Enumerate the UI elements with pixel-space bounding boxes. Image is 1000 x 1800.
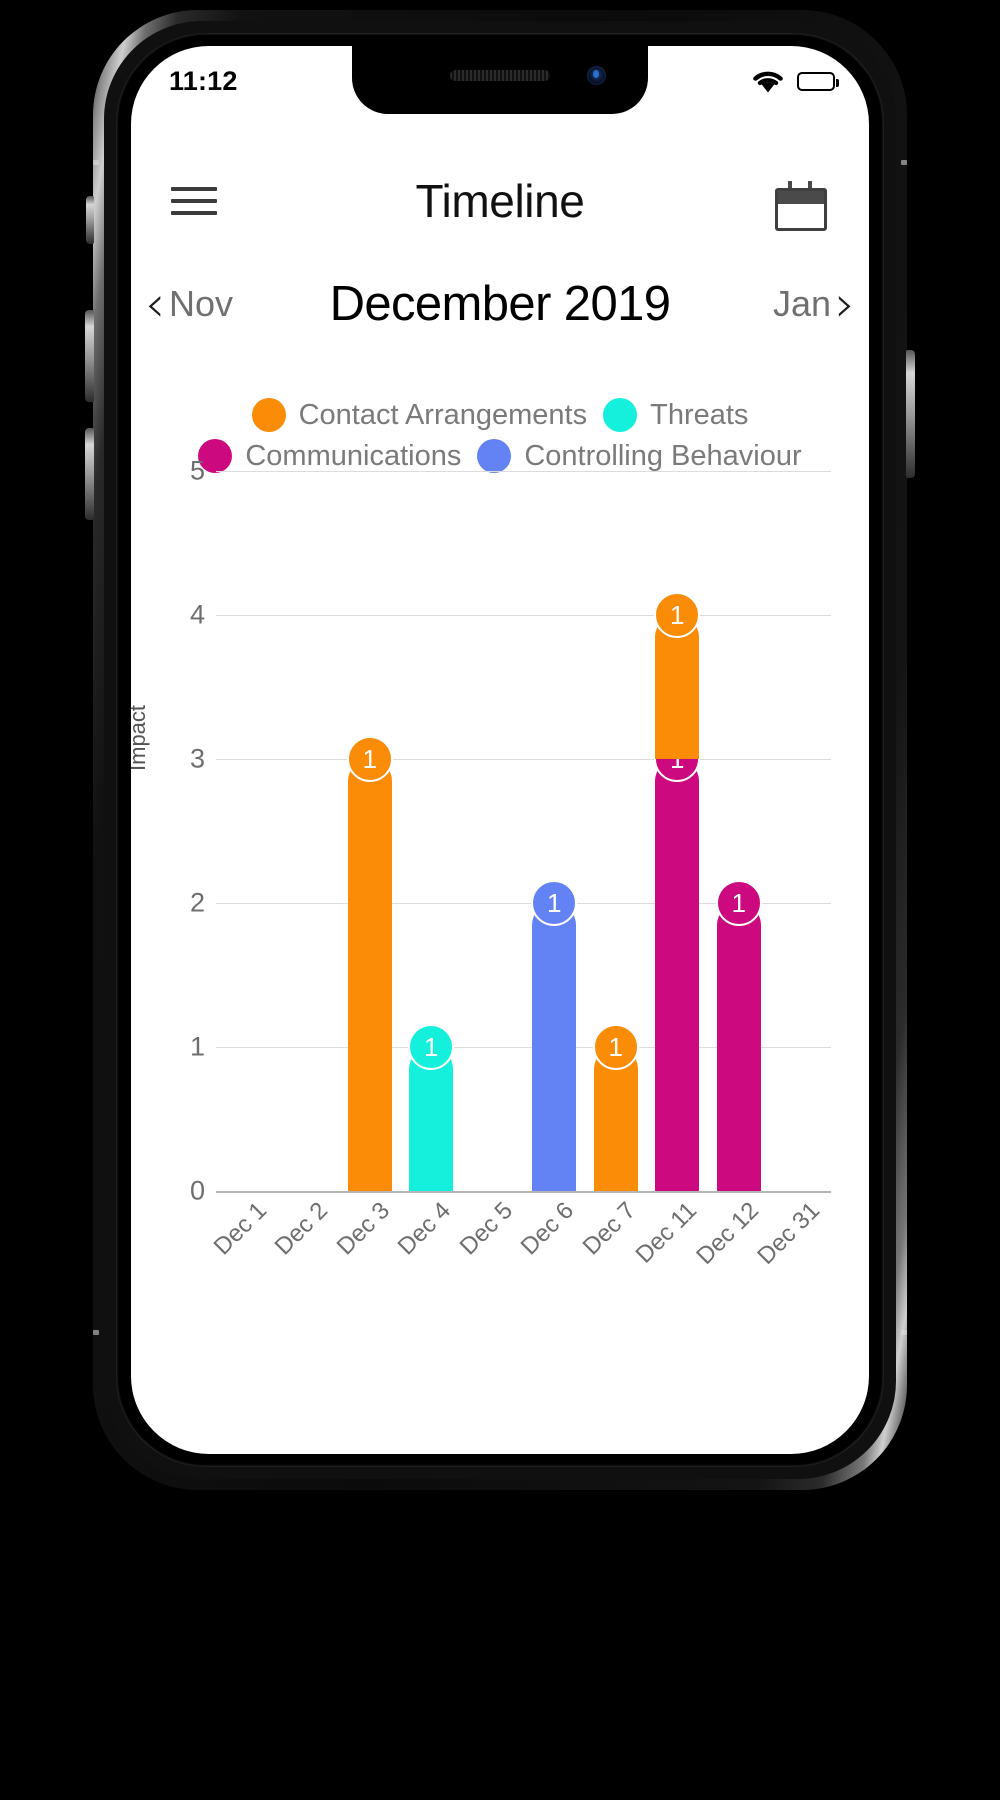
bar-slot[interactable]: 1 [592, 471, 639, 1191]
gridline [216, 1191, 831, 1193]
status-time: 11:12 [169, 66, 238, 96]
current-month-label: December 2019 [329, 277, 671, 331]
y-axis-tick: 1 [189, 1031, 205, 1062]
display-notch [352, 46, 648, 114]
bar-slot[interactable]: 1 [408, 471, 455, 1191]
antenna-seam [93, 1330, 99, 1335]
bar-count-badge[interactable]: 1 [715, 880, 762, 926]
volume-down-button[interactable] [85, 428, 94, 520]
y-axis-tick: 5 [189, 455, 205, 486]
calendar-icon[interactable] [775, 181, 827, 231]
bar-slot[interactable]: 1 [715, 471, 762, 1191]
next-month-button[interactable]: Jan › [773, 279, 855, 329]
x-axis-labels: Dec 1 Dec 2 Dec 3 Dec 4 Dec 5 Dec 6 Dec 7 Dec 1… [208, 1197, 831, 1297]
earpiece-speaker [450, 70, 550, 81]
legend-label: Controlling Behaviour [524, 439, 802, 472]
bar-slot[interactable]: 1 [531, 471, 578, 1191]
chevron-right-icon: › [835, 275, 855, 333]
legend-row: Communications Controlling Behaviour [131, 439, 869, 473]
power-button[interactable] [906, 350, 915, 478]
y-axis-tick: 4 [189, 599, 205, 630]
y-axis-label: Impact [131, 704, 150, 771]
legend-item[interactable]: Communications [198, 439, 461, 473]
mute-switch[interactable] [86, 196, 94, 244]
legend-label: Communications [245, 439, 462, 472]
calendar-header-band [778, 191, 824, 204]
y-axis-tick: 0 [189, 1175, 205, 1206]
antenna-seam [901, 160, 907, 165]
bar-slot[interactable]: 11 [654, 471, 701, 1191]
bar[interactable] [347, 759, 392, 1191]
legend-item[interactable]: Contact Arrangements [251, 398, 588, 432]
wifi-icon [750, 68, 786, 94]
antenna-seam [901, 1330, 907, 1335]
bar-count-badge[interactable]: 1 [408, 1024, 455, 1070]
chart-legend: Contact Arrangements Threats Communication… [131, 398, 869, 480]
antenna-seam [93, 160, 99, 165]
screenshot-root: 11:12 Timeline ‹ Nov December 2019 Jan ›… [0, 0, 1000, 1800]
app-header: Timeline [131, 156, 869, 252]
page-title: Timeline [415, 175, 585, 227]
y-axis-tick: 3 [189, 743, 205, 774]
chart: Impact 1111111 Dec 1Dec 2Dec 3Dec 4Dec 5… [131, 456, 869, 1271]
bar-group: 1111111 [216, 471, 831, 1191]
legend-item[interactable]: Threats [603, 398, 748, 432]
calendar-body [775, 188, 827, 231]
status-indicators [750, 68, 839, 94]
front-camera-icon [587, 66, 606, 85]
bar-count-badge[interactable]: 1 [531, 880, 578, 926]
bar[interactable] [655, 759, 700, 1191]
legend-label: Contact Arrangements [298, 398, 588, 431]
volume-up-button[interactable] [85, 310, 94, 402]
phone-screen: 11:12 Timeline ‹ Nov December 2019 Jan ›… [131, 46, 869, 1454]
bar-count-badge[interactable]: 1 [592, 1024, 639, 1070]
legend-item[interactable]: Controlling Behaviour [477, 439, 802, 473]
bar[interactable] [716, 903, 761, 1191]
legend-row: Contact Arrangements Threats [131, 398, 869, 432]
bar-slot[interactable] [778, 471, 822, 1191]
legend-color-dot [603, 398, 638, 432]
bar-slot[interactable] [225, 471, 269, 1191]
bar-count-badge[interactable]: 1 [346, 736, 393, 782]
legend-color-dot [251, 398, 286, 432]
plot-area: 1111111 Dec 1Dec 2Dec 3Dec 4Dec 5Dec 6De… [171, 456, 831, 1270]
bar-slot[interactable] [286, 471, 330, 1191]
bar-slot[interactable] [471, 471, 515, 1191]
legend-label: Threats [650, 398, 749, 431]
battery-icon [797, 71, 839, 91]
bar[interactable] [532, 903, 577, 1191]
y-axis-tick: 2 [189, 887, 205, 918]
month-navigation: ‹ Nov December 2019 Jan › [131, 268, 869, 340]
bar-slot[interactable]: 1 [346, 471, 393, 1191]
bar-count-badge[interactable]: 1 [654, 592, 701, 638]
legend-color-dot [477, 439, 512, 473]
next-month-label: Jan [772, 283, 831, 324]
